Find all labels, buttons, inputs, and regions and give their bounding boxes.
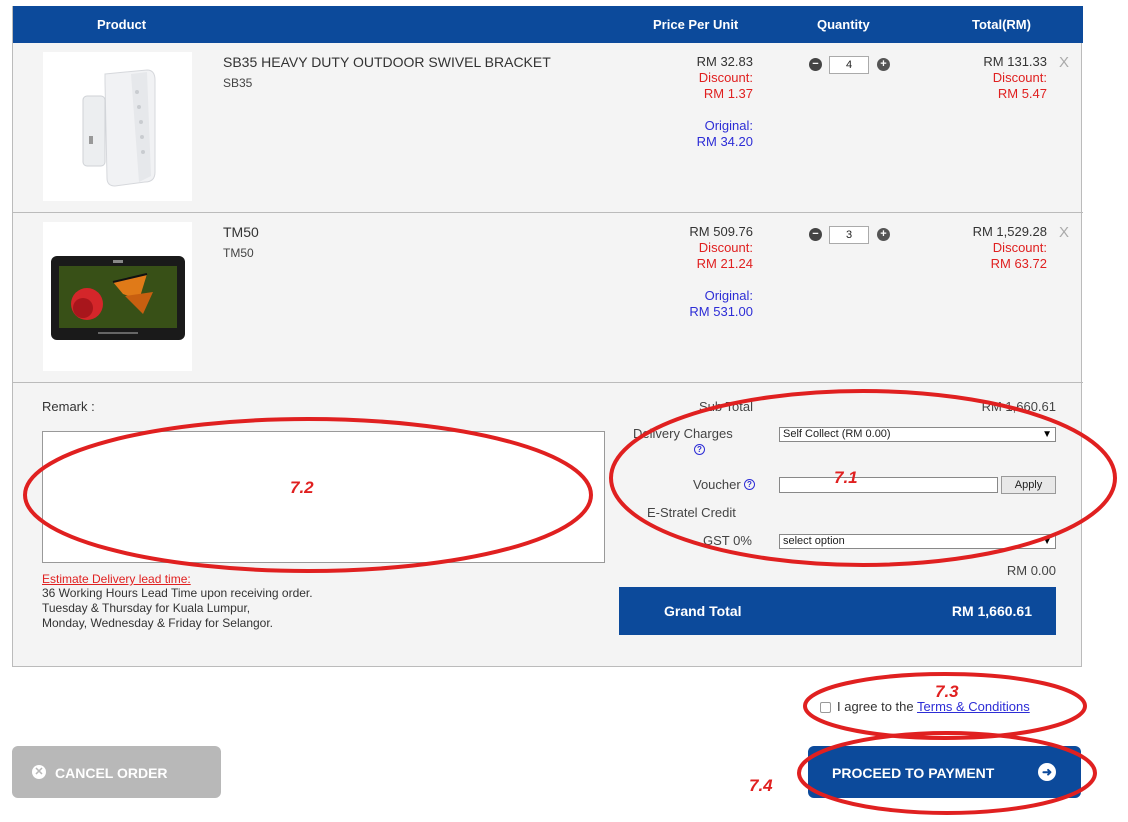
unit-price: RM 509.76 — [689, 224, 753, 239]
table-row: SB35 HEAVY DUTY OUTDOOR SWIVEL BRACKET S… — [13, 43, 1083, 213]
voucher-input[interactable] — [779, 477, 998, 493]
header-price-per-unit: Price Per Unit — [653, 17, 739, 32]
lead-time-line: Monday, Wednesday & Friday for Selangor. — [42, 616, 274, 630]
remark-textarea[interactable] — [42, 431, 605, 563]
unit-price-cell: RM 509.76 Discount: RM 21.24 Original: R… — [689, 224, 753, 320]
annotation-label-7-2: 7.2 — [290, 478, 314, 497]
grand-total-bar: Grand Total RM 1,660.61 — [619, 587, 1056, 635]
help-icon[interactable]: ? — [694, 444, 705, 455]
minus-icon[interactable]: − — [809, 58, 822, 71]
line-total: RM 1,529.28 — [972, 224, 1047, 239]
lead-time-line: 36 Working Hours Lead Time upon receivin… — [42, 586, 313, 600]
grand-total-value: RM 1,660.61 — [951, 603, 1032, 619]
gst-label: GST 0% — [703, 533, 752, 548]
sub-total-value: RM 1,660.61 — [981, 399, 1056, 414]
gst-value: RM 0.00 — [1006, 563, 1056, 578]
lead-time-line: Tuesday & Thursday for Kuala Lumpur, — [42, 601, 251, 615]
annotation-label-7-3: 7.3 — [935, 682, 959, 701]
unit-price-cell: RM 32.83 Discount: RM 1.37 Original: RM … — [697, 54, 753, 150]
annotation-label-7-1: 7.1 — [834, 468, 858, 487]
plus-icon[interactable]: + — [877, 228, 890, 241]
quantity-input[interactable] — [829, 56, 869, 74]
terms-checkbox[interactable] — [820, 702, 831, 714]
header-total: Total(RM) — [972, 17, 1031, 32]
terms-link[interactable]: Terms & Conditions — [917, 699, 1030, 714]
terms-agreement: I agree to the Terms & Conditions — [820, 699, 1030, 714]
product-code: SB35 — [223, 76, 253, 90]
discount-label: Discount: — [698, 70, 753, 85]
delivery-select[interactable]: Self Collect (RM 0.00) ▼ — [779, 427, 1056, 442]
gst-select[interactable]: select option ▼ — [779, 534, 1056, 549]
total-discount-value: RM 63.72 — [990, 256, 1047, 271]
times-circle-icon: ✕ — [32, 765, 46, 779]
delivery-charges-label: Delivery Charges — [633, 426, 733, 441]
product-name[interactable]: TM50 — [223, 224, 259, 240]
total-discount-label: Discount: — [992, 70, 1047, 85]
line-total: RM 131.33 — [983, 54, 1047, 69]
remark-label: Remark : — [42, 399, 95, 414]
header-product: Product — [97, 17, 147, 32]
unit-price: RM 32.83 — [696, 54, 753, 69]
plus-icon[interactable]: + — [877, 58, 890, 71]
delivery-selected-value: Self Collect (RM 0.00) — [783, 428, 891, 440]
original-label: Original: — [704, 118, 753, 133]
lead-time-info: 36 Working Hours Lead Time upon receivin… — [42, 586, 313, 631]
terms-prefix: I agree to the — [837, 699, 914, 714]
proceed-to-payment-button[interactable]: PROCEED TO PAYMENT ➜ — [808, 746, 1081, 798]
cancel-order-button[interactable]: ✕ CANCEL ORDER — [12, 746, 221, 798]
credit-label: E-Stratel Credit — [647, 505, 736, 520]
table-header: Product Price Per Unit Quantity Total(RM… — [13, 6, 1083, 43]
line-total-cell: RM 131.33 Discount: RM 5.47 — [983, 54, 1047, 102]
product-image-bracket[interactable] — [43, 52, 192, 201]
product-name[interactable]: SB35 HEAVY DUTY OUTDOOR SWIVEL BRACKET — [223, 54, 551, 70]
total-discount-value: RM 5.47 — [997, 86, 1047, 101]
original-value: RM 34.20 — [696, 134, 753, 149]
grand-total-label: Grand Total — [664, 603, 742, 619]
discount-label: Discount: — [698, 240, 753, 255]
header-quantity: Quantity — [817, 17, 870, 32]
order-summary-area: Remark : Estimate Delivery lead time: 36… — [13, 383, 1083, 667]
apply-voucher-button[interactable]: Apply — [1001, 476, 1056, 494]
original-value: RM 531.00 — [689, 304, 753, 319]
gst-selected-value: select option — [783, 535, 845, 547]
help-icon[interactable]: ? — [744, 479, 755, 490]
original-label: Original: — [704, 288, 753, 303]
dropdown-arrow-icon: ▼ — [1042, 429, 1052, 440]
sub-total-label: Sub Total — [699, 399, 753, 414]
remove-item-button[interactable]: X — [1059, 54, 1069, 71]
table-row: TM50 TM50 RM 509.76 Discount: RM 21.24 O… — [13, 213, 1083, 383]
product-code: TM50 — [223, 246, 254, 260]
remove-item-button[interactable]: X — [1059, 224, 1069, 241]
cancel-order-label: CANCEL ORDER — [55, 765, 168, 781]
voucher-label: Voucher — [693, 477, 741, 492]
total-discount-label: Discount: — [992, 240, 1047, 255]
proceed-label: PROCEED TO PAYMENT — [832, 765, 995, 781]
discount-value: RM 1.37 — [703, 86, 753, 101]
annotation-label-7-4: 7.4 — [749, 776, 773, 795]
quantity-input[interactable] — [829, 226, 869, 244]
discount-value: RM 21.24 — [696, 256, 753, 271]
cart-table: Product Price Per Unit Quantity Total(RM… — [12, 6, 1083, 667]
line-total-cell: RM 1,529.28 Discount: RM 63.72 — [973, 224, 1047, 272]
minus-icon[interactable]: − — [809, 228, 822, 241]
dropdown-arrow-icon: ▼ — [1042, 536, 1052, 547]
lead-time-link[interactable]: Estimate Delivery lead time: — [42, 572, 191, 586]
product-image-tm50[interactable] — [43, 222, 192, 371]
arrow-circle-right-icon: ➜ — [1038, 763, 1056, 781]
